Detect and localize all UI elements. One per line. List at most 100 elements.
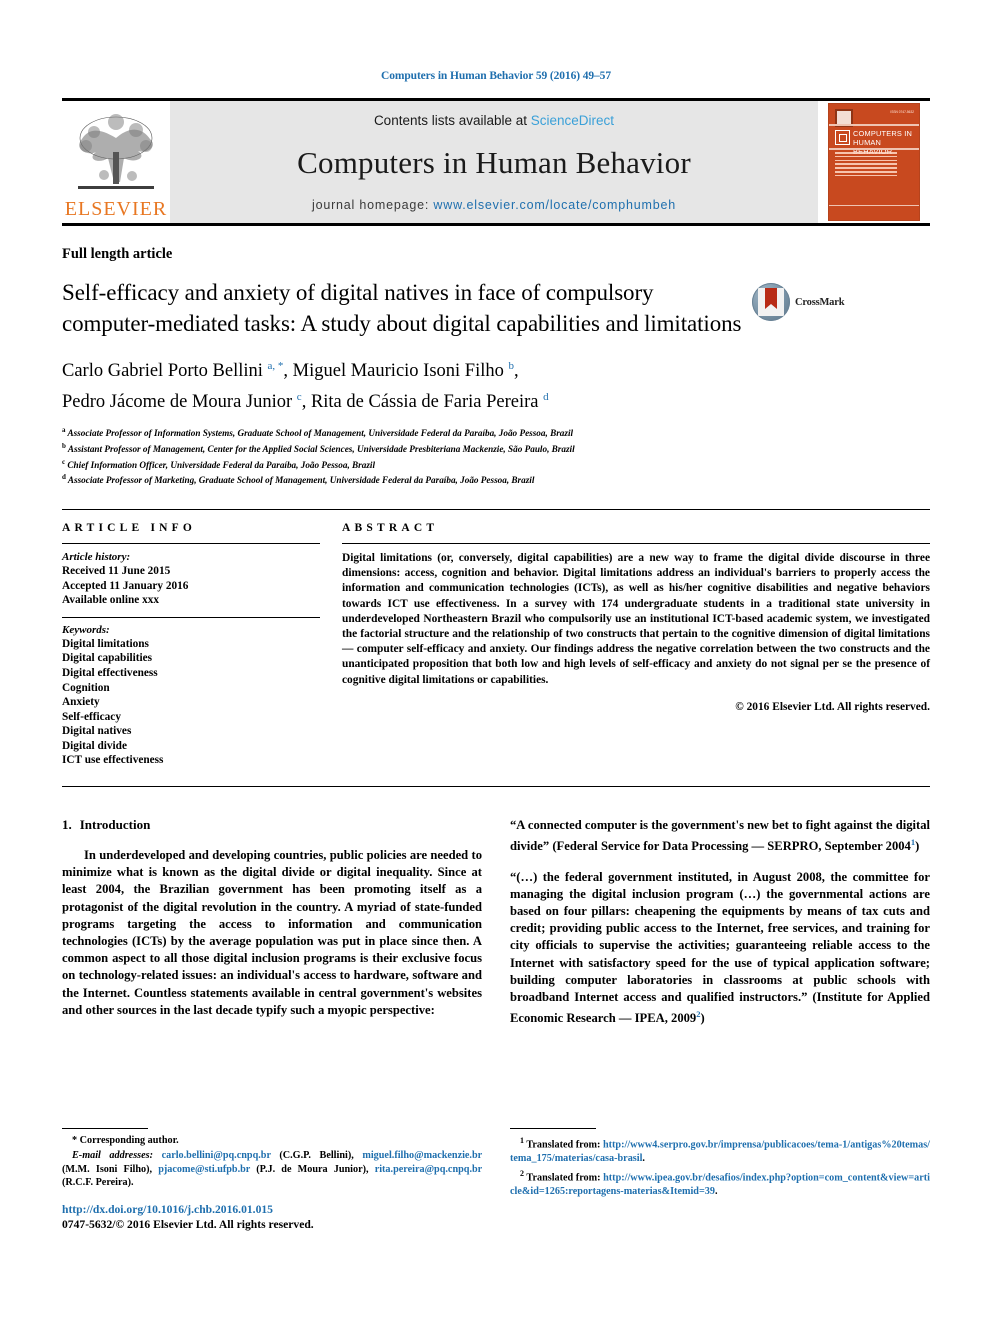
author-2-prefix: , Miguel Mauricio Isoni Filho [283, 361, 509, 382]
affiliation-mark: d [62, 473, 66, 482]
issn-copyright: 0747-5632/© 2016 Elsevier Ltd. All right… [62, 1218, 314, 1231]
footnote-rule-right [510, 1128, 596, 1129]
article-type-label: Full length article [62, 246, 173, 262]
abstract-column: ABSTRACT Digital limitations (or, conver… [342, 522, 930, 768]
journal-masthead: ELSEVIER Contents lists available at Sci… [62, 98, 930, 226]
article-history-received: Received 11 June 2015 [62, 564, 171, 577]
author-1-affil-marks[interactable]: a, * [268, 360, 284, 372]
abstract-section: ARTICLE INFO Article history: Received 1… [62, 508, 930, 768]
keyword-item: Cognition [62, 681, 110, 694]
article-header: Full length article Self-efficacy and an… [62, 246, 930, 1041]
keyword-item: Digital effectiveness [62, 666, 158, 679]
affiliation-mark: c [62, 457, 66, 466]
sciencedirect-link[interactable]: ScienceDirect [531, 113, 614, 128]
author-1: Carlo Gabriel Porto Bellini [62, 361, 268, 382]
section-title: Introduction [79, 817, 151, 833]
quote-ipea: “(…) the federal government instituted, … [510, 869, 930, 1028]
article-title: Self-efficacy and anxiety of digital nat… [62, 280, 742, 336]
quote-serpro: “A connected computer is the government'… [510, 817, 930, 856]
cover-text-lines [835, 152, 897, 178]
affiliation-mark: b [62, 441, 66, 450]
journal-homepage-line: journal homepage: www.elsevier.com/locat… [312, 198, 676, 212]
email-link-1[interactable]: carlo.bellini@pq.cnpq.br [162, 1150, 271, 1161]
email-owner-4: (R.C.F. Pereira). [62, 1177, 134, 1189]
doi-block: http://dx.doi.org/10.1016/j.chb.2016.01.… [62, 1203, 314, 1231]
running-head: Computers in Human Behavior 59 (2016) 49… [381, 70, 611, 82]
crossmark-badge[interactable]: CrossMark [752, 283, 860, 321]
keyword-item: Digital capabilities [62, 652, 153, 665]
quote-serpro-close: ) [915, 839, 920, 854]
intro-paragraph-1: In underdeveloped and developing countri… [62, 848, 482, 1017]
article-history-online: Available online xxx [62, 594, 160, 607]
contents-prefix: Contents lists available at [373, 113, 531, 128]
corresponding-author-note: * Corresponding author. [62, 1134, 482, 1147]
elsevier-wordmark: ELSEVIER [64, 198, 168, 220]
email-link-4[interactable]: rita.pereira@pq.cnpq.br [375, 1164, 482, 1175]
abstract-bottom-rule [62, 786, 930, 788]
affiliation-text: Associate Professor of Marketing, Gradua… [67, 475, 535, 486]
footnotes-row: * Corresponding author. E-mail addresses… [62, 1128, 930, 1200]
body-right-column: “A connected computer is the government'… [510, 817, 930, 1041]
author-line1-sep: , [514, 361, 519, 382]
contents-available-line: Contents lists available at ScienceDirec… [374, 113, 614, 128]
footnote-1-label: Translated from: [526, 1139, 603, 1151]
affiliation-item: d Associate Professor of Marketing, Grad… [62, 471, 752, 487]
crossmark-label: CrossMark [795, 296, 845, 308]
footnote-1: 1 Translated from: http://www4.serpro.go… [510, 1134, 930, 1165]
article-body: 1. Introduction In underdeveloped and dev… [62, 817, 930, 1041]
quote-ipea-close: ) [700, 1011, 705, 1026]
author-4-affil-mark[interactable]: d [543, 391, 549, 403]
elsevier-logo: ELSEVIER [62, 101, 170, 223]
affiliation-text: Chief Information Officer, Universidade … [67, 459, 376, 470]
footnote-1-mark: 1 [520, 1136, 524, 1145]
abstract-copyright: © 2016 Elsevier Ltd. All rights reserved… [735, 700, 930, 713]
footnote-1-end: . [642, 1152, 645, 1164]
quote-serpro-text: “A connected computer is the government'… [510, 818, 930, 854]
masthead-center: Contents lists available at ScienceDirec… [170, 101, 818, 223]
footnote-column-right: 1 Translated from: http://www4.serpro.go… [510, 1128, 930, 1200]
affiliation-text: Assistant Professor of Management, Cente… [67, 444, 575, 455]
keyword-item: Digital divide [62, 739, 127, 752]
affiliation-item: c Chief Information Officer, Universidad… [62, 456, 752, 472]
footnote-2: 2 Translated from: http://www.ipea.gov.b… [510, 1167, 930, 1198]
cover-rule-mid [829, 148, 919, 150]
abstract-text: Digital limitations (or, conversely, dig… [342, 551, 930, 686]
footnote-2-mark: 2 [520, 1169, 524, 1179]
cover-rule-bottom [829, 204, 919, 206]
homepage-url-link[interactable]: www.elsevier.com/locate/comphumbeh [433, 198, 676, 212]
homepage-label: journal homepage: [312, 198, 434, 212]
keywords-rule [62, 616, 320, 618]
email-link-3[interactable]: pjacome@sti.ufpb.br [158, 1164, 250, 1175]
affiliation-text: Associate Professor of Information Syste… [67, 428, 574, 439]
email-owner-1: (C.G.P. Bellini), [270, 1150, 363, 1162]
journal-cover-thumbnail: ISSN 0747-5632 COMPUTERS IN HUMAN BEHAVI… [818, 101, 930, 223]
email-addresses-label: E-mail addresses: [72, 1150, 154, 1162]
keyword-item: Anxiety [62, 696, 100, 709]
article-info-label: ARTICLE INFO [62, 521, 197, 534]
abstract-rule [342, 542, 930, 544]
footnote-2-end: . [714, 1186, 718, 1197]
cover-issn-code: ISSN 0747-5632 [890, 110, 914, 114]
keywords-title: Keywords: [62, 623, 110, 636]
author-list: Carlo Gabriel Porto Bellini a, *, Miguel… [62, 353, 752, 415]
quote-ipea-text: “(…) the federal government instituted, … [510, 869, 930, 1026]
journal-title: Computers in Human Behavior [297, 145, 691, 180]
article-info-rule [62, 542, 320, 544]
cover-artwork: ISSN 0747-5632 COMPUTERS IN HUMAN BEHAVI… [828, 103, 920, 221]
footnote-2-label: Translated from: [526, 1172, 604, 1184]
email-owner-3: (P.J. de Moura Junior), [250, 1163, 375, 1175]
crossmark-icon [752, 283, 790, 321]
email-owner-2: (M.M. Isoni Filho), [62, 1163, 159, 1175]
author-3: Pedro Jácome de Moura Junior [62, 392, 297, 413]
doi-link[interactable]: http://dx.doi.org/10.1016/j.chb.2016.01.… [62, 1203, 314, 1216]
affiliation-mark: a [62, 426, 66, 435]
keyword-item: Self-efficacy [62, 710, 121, 723]
footnote-rule-left [62, 1128, 148, 1129]
article-history-accepted: Accepted 11 January 2016 [62, 579, 189, 592]
journal-article-page: Computers in Human Behavior 59 (2016) 49… [0, 0, 992, 1323]
body-left-column: 1. Introduction In underdeveloped and dev… [62, 817, 482, 1041]
email-link-2[interactable]: miguel.filho@mackenzie.br [362, 1150, 482, 1161]
cover-square-icon [835, 130, 850, 145]
article-info-column: ARTICLE INFO Article history: Received 1… [62, 522, 320, 768]
keyword-item: Digital limitations [62, 637, 149, 650]
